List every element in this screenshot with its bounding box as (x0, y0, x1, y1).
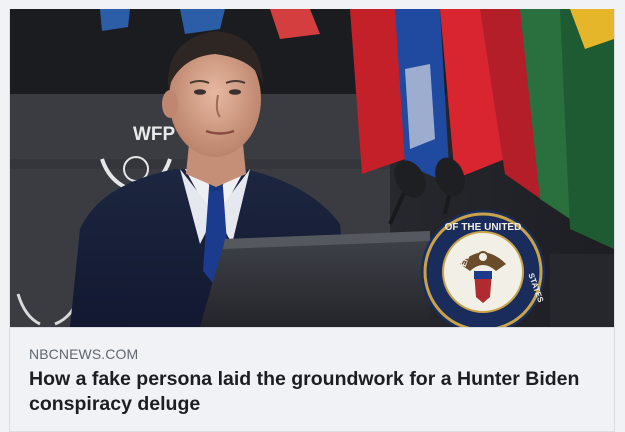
article-thumbnail[interactable]: WFP OF THE UNITED PRESIDENT STATES (10, 9, 614, 327)
photo-image: WFP OF THE UNITED PRESIDENT STATES (10, 9, 614, 327)
seal-text-top: OF THE UNITED (445, 222, 522, 233)
article-headline[interactable]: How a fake persona laid the groundwork f… (29, 367, 589, 417)
link-preview-meta[interactable]: NBCNEWS.COM How a fake persona laid the … (10, 327, 614, 432)
article-source-domain: NBCNEWS.COM (29, 346, 139, 362)
link-preview-card[interactable]: WFP OF THE UNITED PRESIDENT STATES NBCNE… (9, 9, 615, 432)
wfp-logo-text: WFP (133, 124, 176, 145)
